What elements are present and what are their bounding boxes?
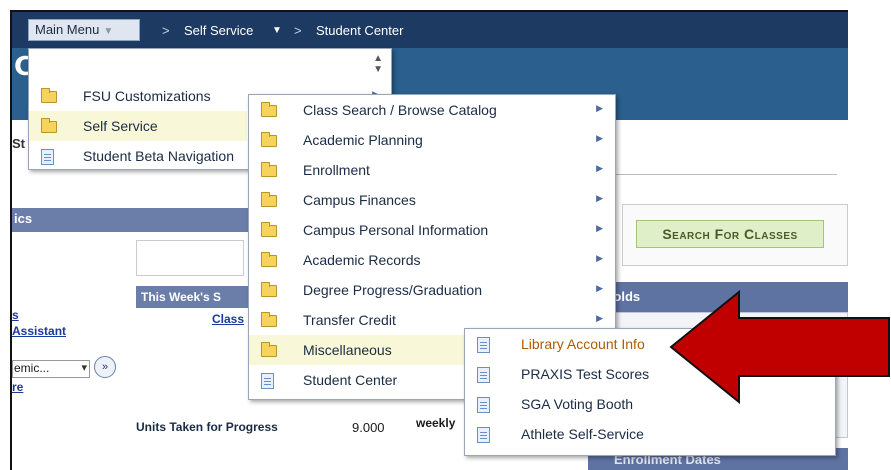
folder-icon [41,88,57,103]
menu-item-campus-personal-information[interactable]: Campus Personal Information ▶ [249,215,615,245]
submenu-arrow-icon: ▶ [596,253,603,263]
submenu-arrow-icon: ▶ [596,193,603,203]
document-icon [477,427,493,443]
main-menu-button[interactable]: Main Menu ▼ [28,19,140,41]
document-icon [261,373,277,389]
menu-item-label: PRAXIS Test Scores [521,366,650,382]
folder-icon [261,342,277,357]
folder-icon [261,282,277,297]
page-subtitle-fragment: St [12,136,25,151]
menu-item-label: Transfer Credit [303,312,396,328]
content-box [136,240,244,276]
menu-item-label: Academic Records [303,252,421,268]
submenu-arrow-icon: ▶ [596,133,603,143]
menu-item-athlete-self-service[interactable]: Athlete Self-Service [465,419,835,449]
submenu-arrow-icon: ▶ [596,313,603,323]
folder-icon [41,118,57,133]
menu-item-label: Miscellaneous [303,342,392,358]
class-link[interactable]: Class [212,312,244,326]
sidebar-link[interactable]: s [12,308,19,322]
menu-item-label: Student Center [303,372,398,388]
chevron-down-icon: ▾ [81,362,87,374]
go-button[interactable]: » [94,356,116,378]
breadcrumb-self-service[interactable]: Self Service [184,23,253,38]
folder-icon [261,252,277,267]
folder-icon [261,222,277,237]
menu-item-label: SGA Voting Booth [521,396,634,412]
menu-item-academic-planning[interactable]: Academic Planning ▶ [249,125,615,155]
submenu-arrow-icon: ▶ [596,103,603,113]
document-icon [41,149,57,165]
search-for-classes-button[interactable]: Search For Classes [636,220,824,248]
folder-icon [261,162,277,177]
menu-item-label: Athlete Self-Service [521,426,644,442]
sidebar-section-header: ics [12,208,252,232]
folder-icon [261,132,277,147]
scroll-arrows-icon[interactable]: ▲ ▼ [373,53,383,75]
menu-item-student-center[interactable]: Student Center [249,365,465,395]
submenu-arrow-icon: ▶ [596,283,603,293]
menu-item-academic-records[interactable]: Academic Records ▶ [249,245,615,275]
menu-item-enrollment[interactable]: Enrollment ▶ [249,155,615,185]
submenu-arrow-icon: ▶ [596,163,603,173]
top-navigation-bar: Main Menu ▼ > Self Service ▼ > Student Ce… [12,12,848,48]
menu-item-class-search[interactable]: Class Search / Browse Catalog ▶ [249,95,615,125]
document-icon [477,367,493,383]
sidebar-header-text: ics [14,211,33,226]
weekly-schedule-header: This Week's S [136,286,248,308]
document-icon [477,337,493,353]
document-icon [477,397,493,413]
folder-icon [261,312,277,327]
main-menu-label: Main Menu [35,22,100,37]
breadcrumb-separator-icon: > [162,23,170,38]
menu-item-label: Degree Progress/Graduation [303,282,482,298]
menu-item-miscellaneous[interactable]: Miscellaneous [249,335,465,365]
menu-item-campus-finances[interactable]: Campus Finances ▶ [249,185,615,215]
menu-item-label: Campus Personal Information [303,222,489,238]
sidebar-link-assistant[interactable]: Assistant [12,324,66,338]
sidebar-link-more[interactable]: re [12,380,23,394]
menu-item-self-service[interactable]: Self Service [29,111,247,141]
units-value: 9.000 [352,420,385,435]
submenu-arrow-icon: ▶ [596,223,603,233]
menu-item-label: Student Beta Navigation [83,148,234,164]
units-label: Units Taken for Progress [136,420,278,434]
menu-item-label: Self Service [83,118,158,134]
menu-item-degree-progress[interactable]: Degree Progress/Graduation ▶ [249,275,615,305]
folder-icon [261,102,277,117]
menu-item-label: Enrollment [303,162,370,178]
menu-item-label: Library Account Info [521,336,645,352]
menu-item-label: Academic Planning [303,132,423,148]
menu-item-label: Campus Finances [303,192,416,208]
select-value: emic... [14,361,50,375]
red-arrow-icon [669,289,890,405]
menu-item-label: FSU Customizations [83,88,211,104]
dropdown-caret-icon: ▼ [103,26,114,37]
breadcrumb-dropdown-icon[interactable]: ▼ [272,25,282,36]
academics-select[interactable]: emic... ▾ [12,360,90,378]
menu-item-label: Class Search / Browse Catalog [303,102,497,118]
divider [612,174,837,175]
menu-item-student-beta-navigation[interactable]: Student Beta Navigation [29,141,247,171]
weekly-label: weekly [416,416,456,430]
breadcrumb-separator-icon: > [294,23,302,38]
folder-icon [261,192,277,207]
breadcrumb-student-center[interactable]: Student Center [316,23,403,38]
